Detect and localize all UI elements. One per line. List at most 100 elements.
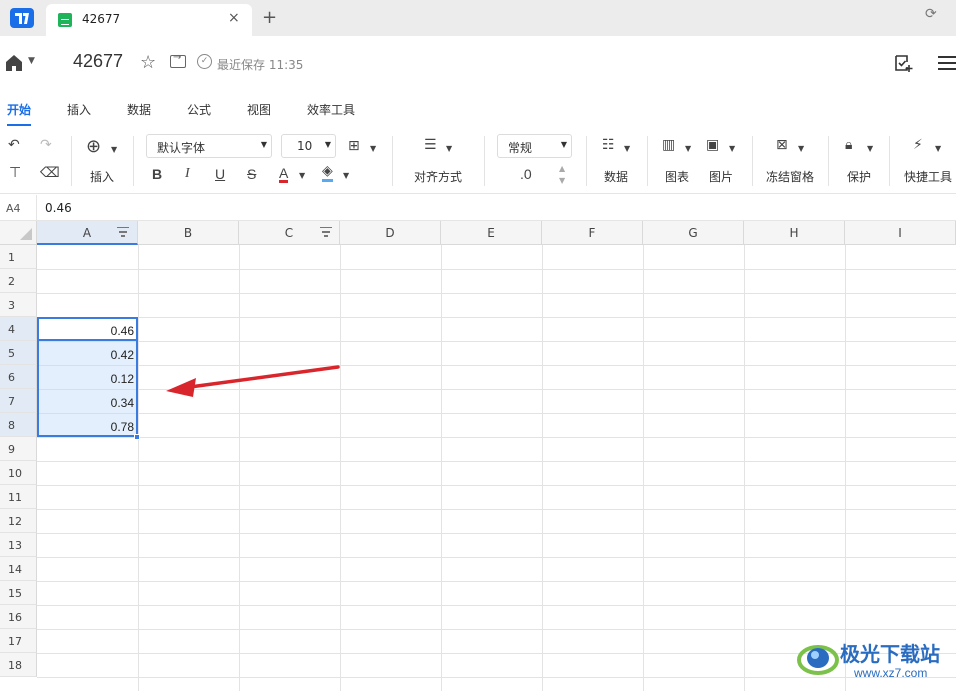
image-icon[interactable]: ▣ — [706, 137, 719, 153]
tab-insert[interactable]: 插入 — [67, 101, 91, 118]
row-header[interactable]: 10 — [0, 461, 37, 485]
cell-a6[interactable]: 0.12 — [38, 366, 134, 390]
protect-label[interactable]: 保护 — [847, 168, 871, 185]
font-color-button[interactable]: A — [279, 166, 289, 183]
strikethrough-button[interactable]: S — [247, 166, 256, 182]
cell-a7[interactable]: 0.34 — [38, 390, 134, 414]
formula-input[interactable]: 0.46 — [45, 201, 72, 215]
move-to-folder-icon[interactable] — [170, 52, 186, 68]
column-header-b[interactable]: B — [138, 221, 239, 245]
align-label[interactable]: 对齐方式 — [414, 168, 462, 185]
chevron-down-icon[interactable]: ▼ — [446, 144, 452, 153]
row-header[interactable]: 17 — [0, 629, 37, 653]
format-painter-icon[interactable]: ⊤ — [9, 165, 21, 181]
redo-icon[interactable]: ↷ — [40, 137, 52, 153]
chevron-down-icon[interactable]: ▼ — [111, 145, 117, 154]
italic-button[interactable]: I — [185, 166, 190, 182]
row-header[interactable]: 11 — [0, 485, 37, 509]
undo-icon[interactable]: ↶ — [8, 137, 20, 153]
underline-button[interactable]: U — [215, 166, 225, 182]
cell-a8[interactable]: 0.78 — [38, 414, 134, 438]
row-header[interactable]: 12 — [0, 509, 37, 533]
document-tab[interactable]: 42677 × — [46, 4, 252, 36]
home-icon[interactable] — [5, 54, 23, 72]
bold-button[interactable]: B — [152, 166, 162, 182]
chevron-down-icon[interactable]: ▼ — [28, 56, 35, 66]
row-header[interactable]: 15 — [0, 581, 37, 605]
cell-a4[interactable]: 0.46 — [38, 318, 134, 342]
font-family-select[interactable]: 默认字体 ▼ — [146, 134, 272, 158]
row-header[interactable]: 18 — [0, 653, 37, 677]
tab-efficiency-tools[interactable]: 效率工具 — [307, 101, 355, 118]
row-header[interactable]: 16 — [0, 605, 37, 629]
freeze-panes-icon[interactable]: ⊠ — [776, 137, 788, 153]
chevron-down-icon[interactable]: ▼ — [798, 144, 804, 153]
sync-icon[interactable]: ⟳ — [925, 6, 937, 22]
chevron-down-icon[interactable]: ▼ — [867, 144, 873, 153]
lock-icon[interactable]: 🔒︎ — [845, 137, 852, 153]
quick-tools-icon[interactable]: ⚡︎ — [913, 137, 923, 153]
column-header-i[interactable]: I — [845, 221, 956, 245]
eraser-icon[interactable]: ⌫ — [40, 165, 60, 181]
filter-icon[interactable] — [320, 227, 332, 237]
menu-icon[interactable] — [938, 56, 956, 70]
close-icon[interactable]: × — [228, 10, 240, 26]
chevron-down-icon[interactable]: ▼ — [299, 171, 305, 180]
chevron-down-icon[interactable]: ▼ — [935, 144, 941, 153]
row-header[interactable]: 4 — [0, 317, 37, 341]
quick-tools-label[interactable]: 快捷工具 — [904, 168, 952, 185]
column-header-e[interactable]: E — [441, 221, 542, 245]
row-header[interactable]: 14 — [0, 557, 37, 581]
chart-label[interactable]: 图表 — [665, 168, 689, 185]
row-header[interactable]: 7 — [0, 389, 37, 413]
increase-decimal-icon[interactable]: ▲ — [559, 164, 565, 173]
filter-icon[interactable] — [117, 227, 129, 237]
fill-handle[interactable] — [134, 434, 140, 440]
star-icon[interactable]: ☆ — [140, 52, 156, 73]
row-header[interactable]: 5 — [0, 341, 37, 365]
cell-reference[interactable]: A4 — [6, 202, 21, 215]
gridline — [138, 245, 139, 691]
tab-view[interactable]: 视图 — [247, 101, 271, 118]
tab-formula[interactable]: 公式 — [187, 101, 211, 118]
decimal-value[interactable]: .0 — [520, 166, 532, 182]
chevron-down-icon[interactable]: ▼ — [370, 144, 376, 153]
borders-icon[interactable]: ⊞ — [348, 138, 360, 154]
row-header[interactable]: 9 — [0, 437, 37, 461]
chevron-down-icon[interactable]: ▼ — [343, 171, 349, 180]
chevron-down-icon[interactable]: ▼ — [729, 144, 735, 153]
fill-color-icon[interactable]: ◈ — [322, 164, 333, 182]
new-tab-button[interactable]: + — [262, 7, 277, 28]
cell-a5[interactable]: 0.42 — [38, 342, 134, 366]
tab-data[interactable]: 数据 — [127, 101, 151, 118]
share-check-icon[interactable] — [893, 53, 913, 73]
insert-label[interactable]: 插入 — [90, 168, 114, 185]
chevron-down-icon[interactable]: ▼ — [685, 144, 691, 153]
document-title[interactable]: 42677 — [73, 51, 123, 72]
row-header[interactable]: 13 — [0, 533, 37, 557]
insert-plus-icon[interactable]: ⊕ — [86, 136, 101, 157]
freeze-panes-label[interactable]: 冻结窗格 — [766, 168, 814, 185]
align-icon[interactable]: ☰ — [424, 137, 437, 153]
image-label[interactable]: 图片 — [709, 168, 733, 185]
number-format-select[interactable]: 常规 ▼ — [497, 134, 572, 158]
chart-icon[interactable]: ▥ — [662, 137, 675, 153]
data-label[interactable]: 数据 — [604, 168, 628, 185]
column-header-f[interactable]: F — [542, 221, 643, 245]
row-header[interactable]: 6 — [0, 365, 37, 389]
app-logo-icon[interactable] — [10, 8, 34, 28]
column-header-g[interactable]: G — [643, 221, 744, 245]
data-icon[interactable]: ☷ — [602, 137, 615, 153]
column-header-h[interactable]: H — [744, 221, 845, 245]
decrease-decimal-icon[interactable]: ▼ — [559, 176, 565, 185]
column-header-d[interactable]: D — [340, 221, 441, 245]
row-header[interactable]: 8 — [0, 413, 37, 437]
row-header[interactable]: 3 — [0, 293, 37, 317]
row-header[interactable]: 2 — [0, 269, 37, 293]
select-all-corner[interactable] — [0, 221, 37, 245]
chevron-down-icon[interactable]: ▼ — [624, 144, 630, 153]
tab-home[interactable]: 开始 — [7, 101, 31, 118]
row-header[interactable]: 1 — [0, 245, 37, 269]
spreadsheet-grid[interactable]: A B C D E F G H I 1 2 3 4 5 6 7 8 9 10 1… — [0, 221, 956, 691]
font-size-select[interactable]: 10 ▼ — [281, 134, 336, 158]
